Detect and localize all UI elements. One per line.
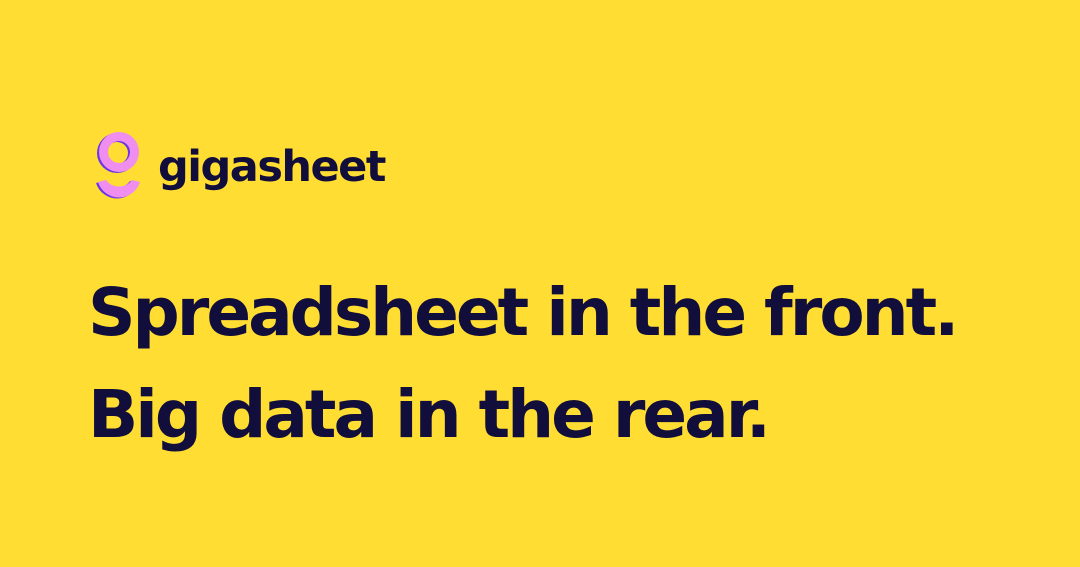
gigasheet-logo-icon (96, 132, 140, 199)
headline: Spreadsheet in the front. Big data in th… (88, 262, 959, 466)
banner: gigasheet Spreadsheet in the front. Big … (0, 0, 1080, 567)
brand-logo: gigasheet (92, 130, 386, 210)
brand-name: gigasheet (158, 141, 386, 192)
headline-line-2: Big data in the rear. (88, 376, 771, 453)
headline-line-1: Spreadsheet in the front. (88, 274, 959, 351)
